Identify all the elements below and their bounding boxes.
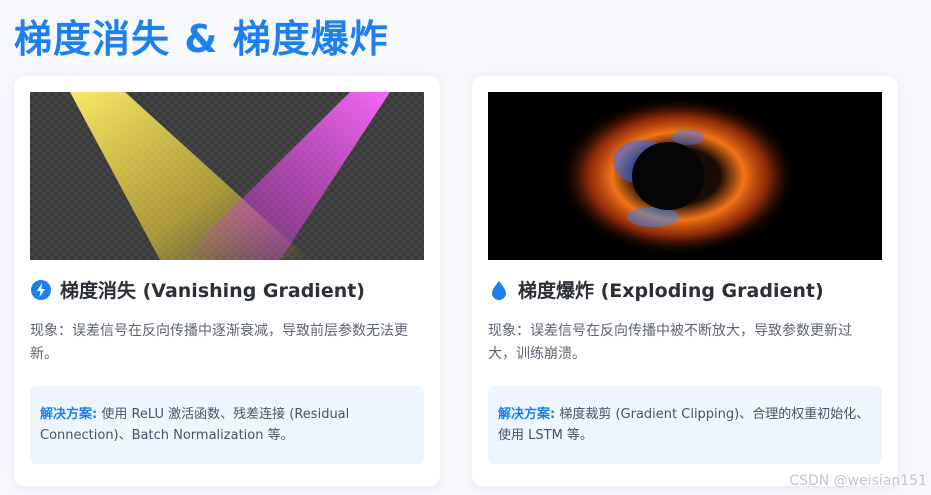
vanishing-gradient-card: 梯度消失 (Vanishing Gradient) 现象：误差信号在反向传播中逐… — [14, 76, 440, 486]
droplet-icon — [488, 279, 510, 301]
solution-label: 解决方案: — [498, 407, 556, 422]
explosion-image — [488, 92, 882, 260]
solution-label: 解决方案: — [40, 407, 98, 422]
card-description: 现象：误差信号在反向传播中逐渐衰减，导致前层参数无法更新。 — [30, 323, 408, 362]
card-heading: 梯度爆炸 (Exploding Gradient) — [488, 276, 824, 303]
card-title: 梯度消失 (Vanishing Gradient) — [60, 280, 365, 302]
solution-box: 解决方案: 梯度裁剪 (Gradient Clipping)、合理的权重初始化、… — [488, 386, 882, 464]
page-title: 梯度消失 & 梯度爆炸 — [14, 17, 389, 61]
spotlights-image — [30, 92, 424, 260]
watermark: CSDN @weisian151 — [789, 473, 927, 489]
lightning-icon — [30, 279, 52, 301]
card-title: 梯度爆炸 (Exploding Gradient) — [518, 280, 824, 302]
card-description: 现象：误差信号在反向传播中被不断放大，导致参数更新过大，训练崩溃。 — [488, 323, 852, 362]
solution-box: 解决方案: 使用 ReLU 激活函数、残差连接 (Residual Connec… — [30, 386, 424, 464]
exploding-gradient-card: 梯度爆炸 (Exploding Gradient) 现象：误差信号在反向传播中被… — [472, 76, 898, 486]
card-heading: 梯度消失 (Vanishing Gradient) — [30, 276, 365, 303]
